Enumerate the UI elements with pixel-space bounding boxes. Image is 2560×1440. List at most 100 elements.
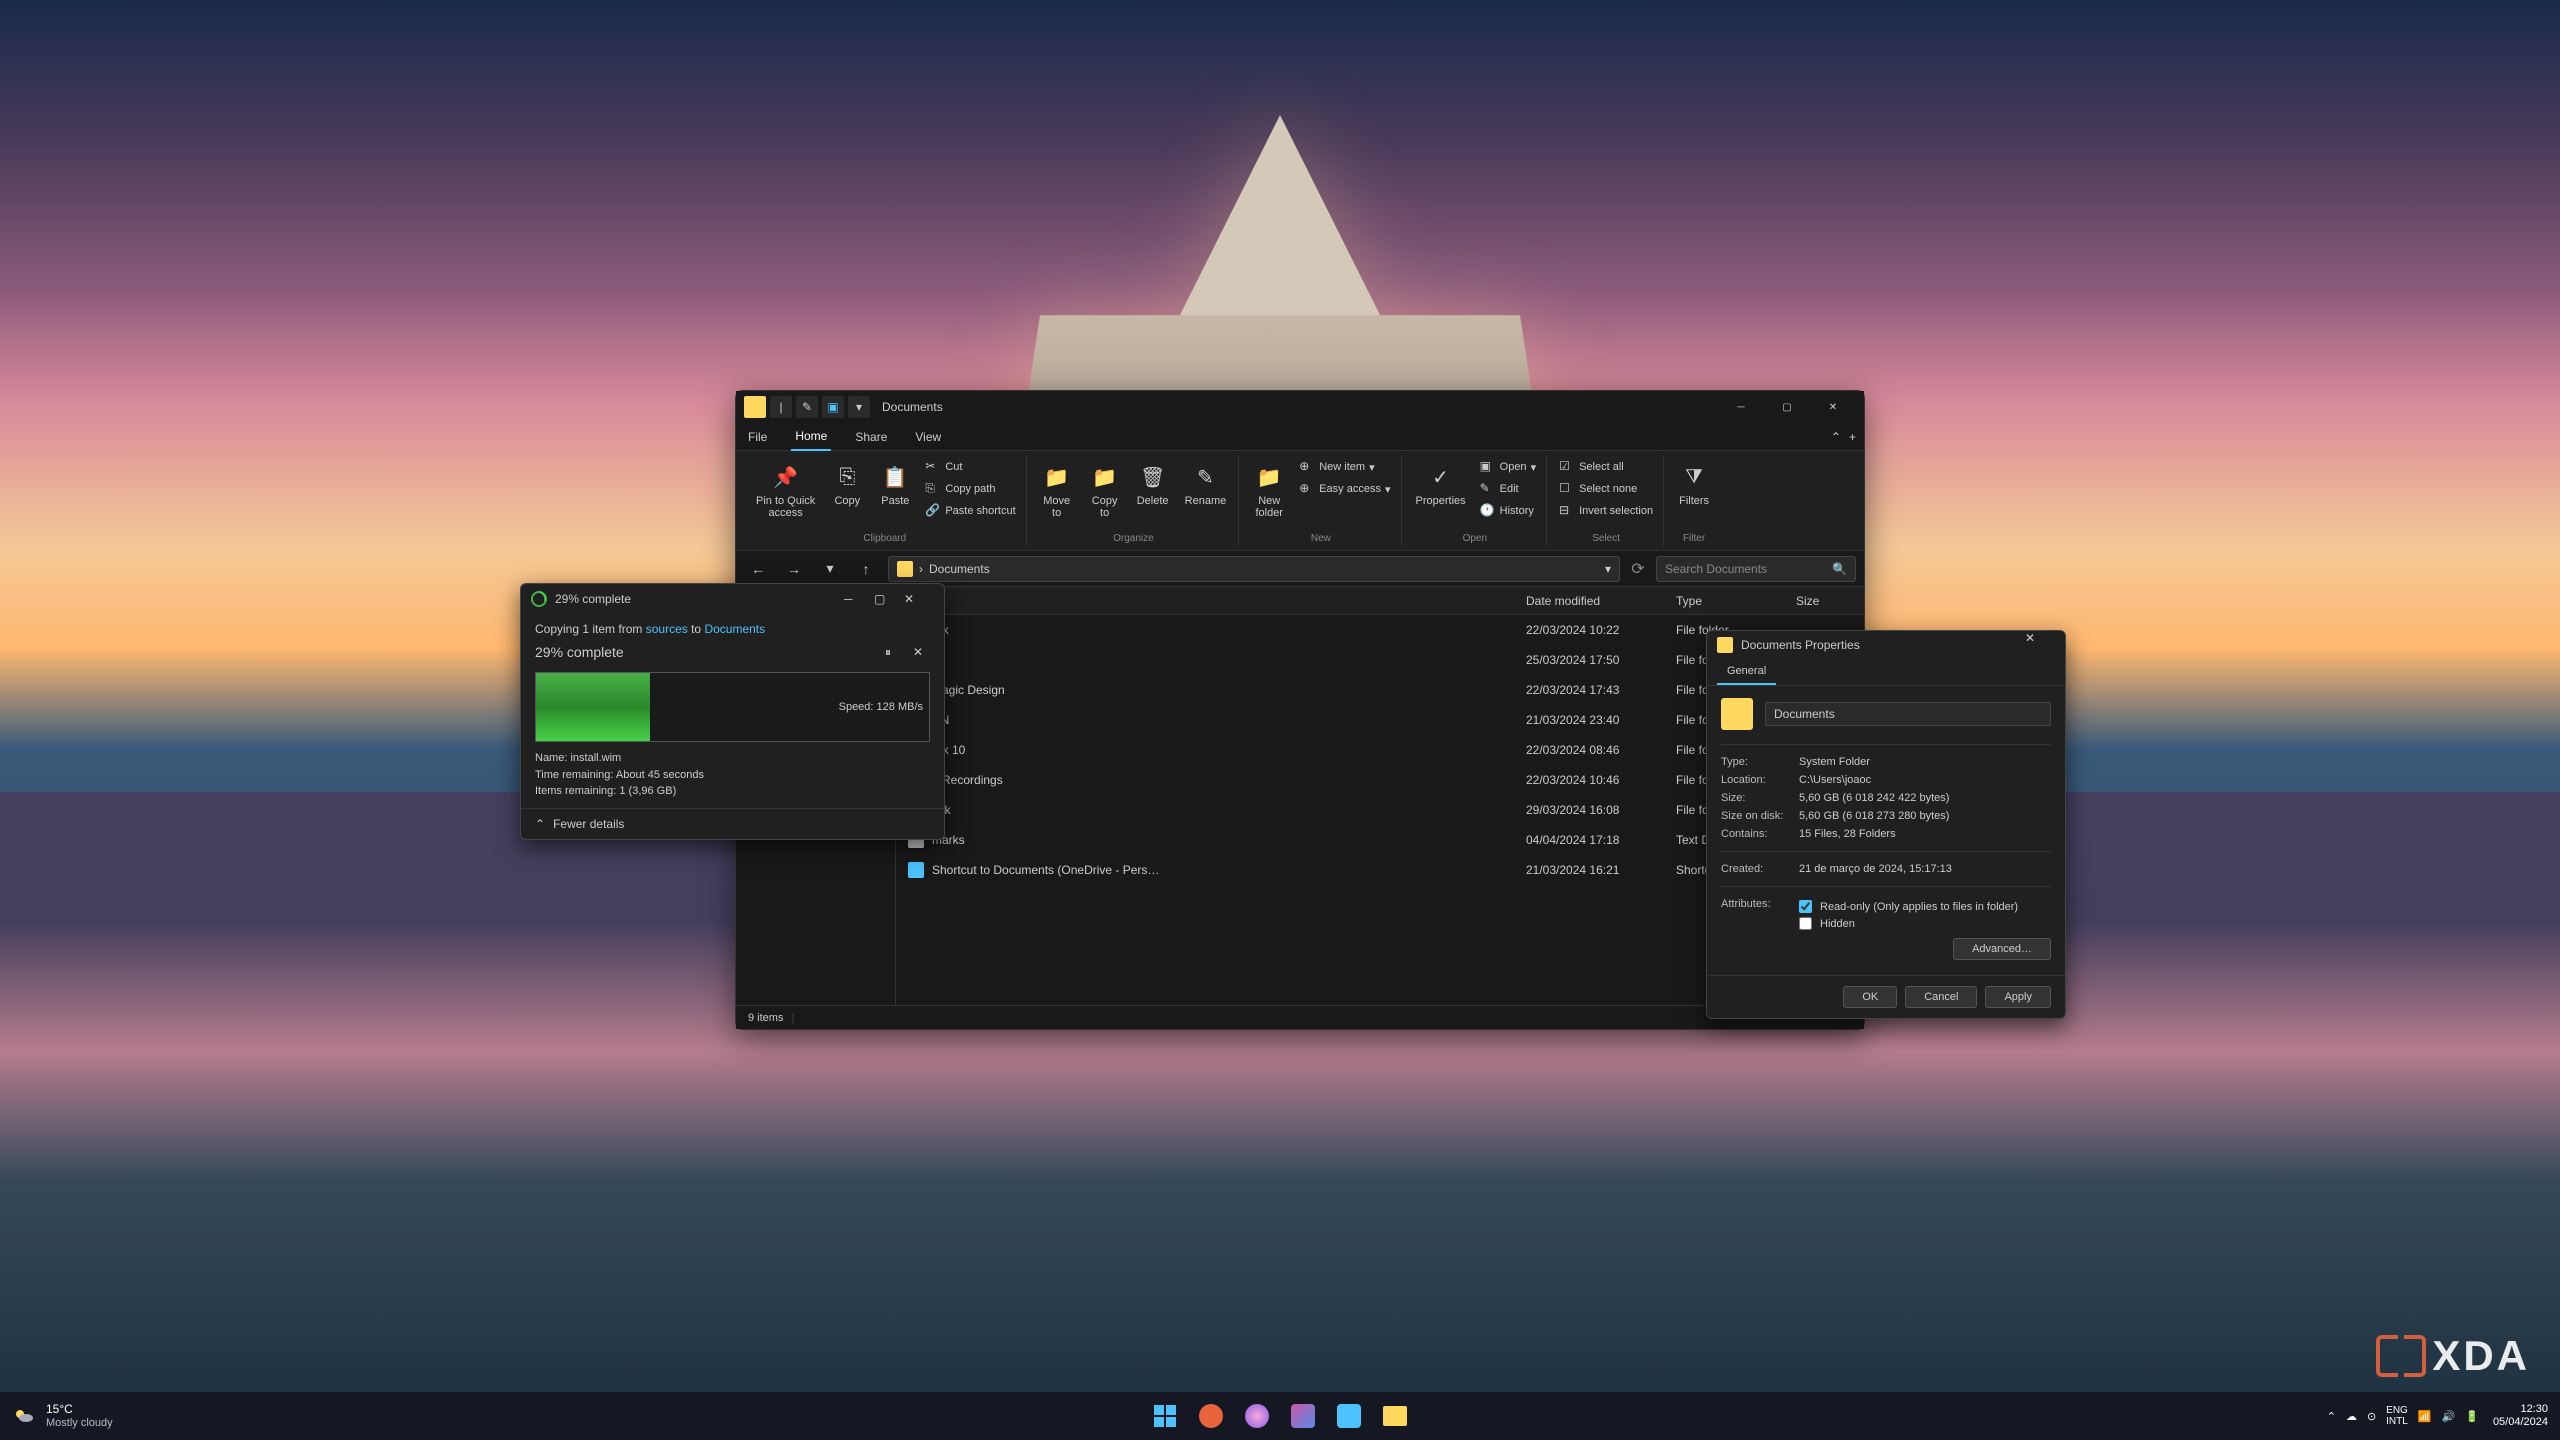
- properties-icon: ✓: [1425, 461, 1457, 493]
- newfolder-icon: 📁: [1253, 461, 1285, 493]
- advanced-button[interactable]: Advanced…: [1953, 938, 2051, 960]
- pause-button[interactable]: ⏸: [876, 640, 900, 664]
- selectnone-icon: ☐: [1559, 481, 1575, 497]
- item-count: 9 items: [748, 1012, 783, 1024]
- recent-dropdown[interactable]: ▾: [816, 555, 844, 583]
- edit-button[interactable]: ✎Edit: [1476, 479, 1540, 499]
- forward-button[interactable]: →: [780, 555, 808, 583]
- column-date[interactable]: Date modified: [1514, 594, 1664, 608]
- copy-source-link[interactable]: sources: [646, 622, 688, 636]
- weather-widget[interactable]: 15°C Mostly cloudy: [0, 1403, 125, 1428]
- copy-dest-link[interactable]: Documents: [704, 622, 765, 636]
- start-button[interactable]: [1145, 1396, 1185, 1436]
- apply-button[interactable]: Apply: [1985, 986, 2051, 1008]
- properties-button[interactable]: ✓Properties: [1410, 457, 1472, 511]
- taskbar-app-1[interactable]: [1191, 1396, 1231, 1436]
- volume-icon[interactable]: 🔊: [2442, 1410, 2456, 1423]
- fewer-details-toggle[interactable]: ⌃ Fewer details: [521, 808, 944, 839]
- cancel-button[interactable]: Cancel: [1905, 986, 1977, 1008]
- paste-shortcut-button[interactable]: 🔗Paste shortcut: [921, 501, 1019, 521]
- copy-path-button[interactable]: ⎘Copy path: [921, 479, 1019, 499]
- minimize-button[interactable]: ─: [844, 592, 874, 606]
- refresh-button[interactable]: ⟳: [1628, 559, 1648, 579]
- address-bar[interactable]: › Documents ▾: [888, 556, 1620, 582]
- search-icon[interactable]: 🔍: [1832, 562, 1847, 576]
- props-titlebar[interactable]: Documents Properties ✕: [1707, 631, 2065, 659]
- select-none-button[interactable]: ☐Select none: [1555, 479, 1657, 499]
- cancel-button[interactable]: ✕: [906, 640, 930, 664]
- tab-file[interactable]: File: [744, 424, 771, 450]
- system-tray: ⌃ ☁ ⊙ ENG INTL 📶 🔊 🔋 12:30 05/04/2024: [2315, 1403, 2560, 1429]
- taskbar: 15°C Mostly cloudy ⌃ ☁ ⊙ ENG INTL 📶 🔊 🔋 …: [0, 1392, 2560, 1440]
- props-size: 5,60 GB (6 018 242 422 bytes): [1799, 792, 2051, 804]
- tray-chevron-icon[interactable]: ⌃: [2327, 1410, 2336, 1423]
- weather-icon: [12, 1404, 36, 1428]
- wifi-icon[interactable]: 📶: [2418, 1410, 2432, 1423]
- cut-button[interactable]: ✂Cut: [921, 457, 1019, 477]
- taskbar-app-2[interactable]: [1237, 1396, 1277, 1436]
- folder-name-input[interactable]: [1765, 702, 2051, 726]
- hidden-checkbox[interactable]: [1799, 917, 1812, 930]
- new-folder-button[interactable]: 📁New folder: [1247, 457, 1291, 523]
- copy-to-button[interactable]: 📁Copy to: [1083, 457, 1127, 523]
- breadcrumb-sep: ›: [919, 562, 923, 576]
- tab-view[interactable]: View: [911, 424, 945, 450]
- easy-access-button[interactable]: ⊕Easy access ▾: [1295, 479, 1394, 499]
- explorer-titlebar[interactable]: | ✎ ▣ ▾ Documents ─ ▢ ✕: [736, 391, 1864, 423]
- open-button[interactable]: ▣Open ▾: [1476, 457, 1540, 477]
- tab-general[interactable]: General: [1717, 659, 1776, 685]
- search-input[interactable]: Search Documents 🔍: [1656, 556, 1856, 582]
- taskbar-app-4[interactable]: [1329, 1396, 1369, 1436]
- newfolder-tb-icon[interactable]: ▣: [822, 396, 844, 418]
- delete-button[interactable]: 🗑Delete: [1131, 457, 1175, 511]
- close-button[interactable]: ✕: [904, 592, 934, 606]
- back-button[interactable]: ←: [744, 555, 772, 583]
- ribbon: 📌Pin to Quick access ⎘Copy 📋Paste ✂Cut ⎘…: [736, 451, 1864, 551]
- file-date: 22/03/2024 10:22: [1514, 623, 1664, 637]
- column-size[interactable]: Size: [1784, 594, 1864, 608]
- copy-title: 29% complete: [555, 592, 631, 606]
- chevron-down-icon[interactable]: ▾: [1605, 562, 1611, 576]
- readonly-checkbox[interactable]: [1799, 900, 1812, 913]
- window-title: Documents: [882, 400, 943, 414]
- close-button[interactable]: ✕: [1810, 391, 1856, 423]
- rename-button[interactable]: ✎Rename: [1179, 457, 1233, 511]
- edit-icon: ✎: [1480, 481, 1496, 497]
- tab-home[interactable]: Home: [791, 423, 831, 451]
- ok-button[interactable]: OK: [1843, 986, 1897, 1008]
- close-button[interactable]: ✕: [2025, 631, 2055, 659]
- minimize-button[interactable]: ─: [1718, 391, 1764, 423]
- clock[interactable]: 12:30 05/04/2024: [2493, 1403, 2548, 1429]
- invert-selection-button[interactable]: ⊟Invert selection: [1555, 501, 1657, 521]
- newitem-icon: ⊕: [1299, 459, 1315, 475]
- column-name[interactable]: Name: [896, 594, 1514, 608]
- taskbar-explorer[interactable]: [1375, 1396, 1415, 1436]
- ribbon-group-clipboard: Clipboard: [863, 533, 906, 544]
- tray-icon[interactable]: ⊙: [2367, 1410, 2376, 1423]
- copy-titlebar[interactable]: 29% complete ─ ▢ ✕: [521, 584, 944, 614]
- column-type[interactable]: Type: [1664, 594, 1784, 608]
- language-indicator[interactable]: ENG INTL: [2386, 1405, 2408, 1427]
- newtab-icon[interactable]: +: [1849, 430, 1856, 444]
- copy-button[interactable]: ⎘Copy: [825, 457, 869, 511]
- new-item-button[interactable]: ⊕New item ▾: [1295, 457, 1394, 477]
- filters-button[interactable]: ⧩Filters: [1672, 457, 1716, 511]
- xda-watermark: XDA: [2376, 1332, 2530, 1380]
- chevron-down-icon[interactable]: ▾: [848, 396, 870, 418]
- maximize-button[interactable]: ▢: [874, 592, 904, 606]
- up-button[interactable]: ↑: [852, 555, 880, 583]
- history-button[interactable]: 🕐History: [1476, 501, 1540, 521]
- pin-quick-access-button[interactable]: 📌Pin to Quick access: [750, 457, 821, 523]
- ribbon-group-filter: Filter: [1683, 533, 1705, 544]
- select-all-button[interactable]: ☑Select all: [1555, 457, 1657, 477]
- tab-share[interactable]: Share: [851, 424, 891, 450]
- breadcrumb-item[interactable]: Documents: [929, 562, 990, 576]
- ribbon-collapse-icon[interactable]: ⌃: [1831, 430, 1841, 444]
- onedrive-icon[interactable]: ☁: [2346, 1410, 2357, 1423]
- move-to-button[interactable]: 📁Move to: [1035, 457, 1079, 523]
- properties-tb-icon[interactable]: ✎: [796, 396, 818, 418]
- paste-button[interactable]: 📋Paste: [873, 457, 917, 511]
- battery-icon[interactable]: 🔋: [2465, 1410, 2479, 1423]
- taskbar-app-3[interactable]: [1283, 1396, 1323, 1436]
- maximize-button[interactable]: ▢: [1764, 391, 1810, 423]
